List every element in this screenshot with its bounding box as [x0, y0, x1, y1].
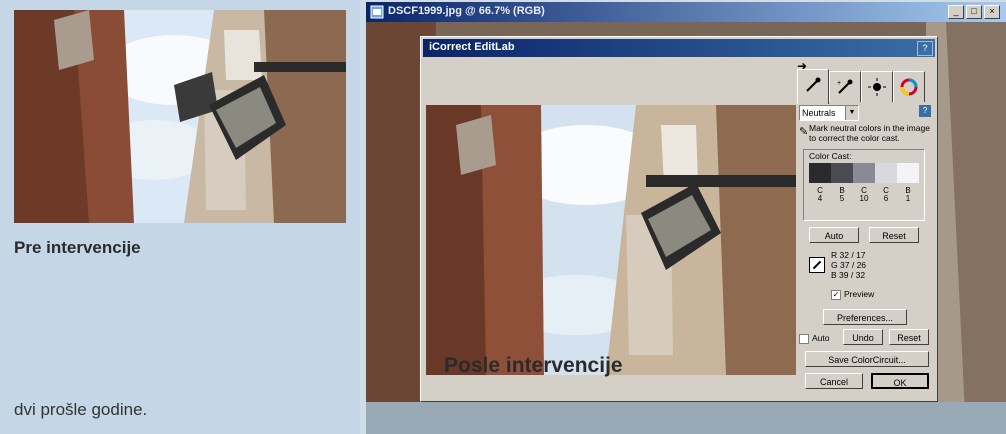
auto-checkbox-label: Auto — [812, 333, 830, 343]
swatch[interactable] — [875, 163, 897, 183]
tab-eyedropper-plus[interactable]: + — [829, 71, 861, 102]
eyedropper-icon — [806, 77, 821, 92]
preview-checkbox[interactable]: ✓ Preview — [831, 289, 874, 300]
swatch[interactable] — [809, 163, 831, 183]
reset-all-button[interactable]: Reset — [889, 329, 929, 345]
caption-before: Pre intervencije — [14, 238, 141, 257]
cast-value: B5 — [831, 187, 853, 203]
save-colorcircuit-button[interactable]: Save ColorCircuit... — [805, 351, 929, 367]
icorrect-editlab-dialog: iCorrect EditLab ? ➜ + Neutrals ▼ ? ✎ Ma… — [420, 36, 938, 402]
cast-number: 6 — [883, 194, 889, 203]
auto-checkbox[interactable]: Auto — [799, 333, 830, 344]
cast-number: 4 — [817, 194, 823, 203]
caption-after: Posle intervencije — [444, 354, 623, 377]
window-controls: _ □ × — [948, 5, 1000, 19]
color-cast-values: C4 B5 C 10 C6 B1 — [809, 187, 919, 203]
rgb-row-g: G 37 / 26 — [831, 260, 867, 270]
cast-number: 5 — [839, 194, 845, 203]
color-wheel-icon — [900, 78, 918, 96]
help-icon[interactable]: ? — [917, 41, 933, 56]
dialog-toolbar — [423, 59, 795, 99]
instruction-text: Mark neutral colors in the image to corr… — [809, 123, 930, 143]
brightness-contrast-icon — [868, 78, 886, 96]
tab-brightness[interactable] — [861, 71, 893, 102]
cast-value: C 10 — [853, 187, 875, 203]
cast-value: C6 — [875, 187, 897, 203]
photoshop-window-title: DSCF1999.jpg @ 66.7% (RGB) — [388, 5, 545, 17]
tool-tabs: + — [797, 69, 931, 105]
maximize-button[interactable]: □ — [966, 5, 982, 19]
reset-button[interactable]: Reset — [869, 227, 919, 243]
color-cast-label: Color Cast: — [809, 151, 852, 161]
preview-photo[interactable] — [426, 105, 796, 375]
document-icon — [370, 5, 384, 19]
rgb-readout: R 32 / 17 G 37 / 26 B 39 / 32 — [809, 251, 929, 291]
chevron-down-icon: ▼ — [845, 106, 858, 120]
eyedropper-small-icon: ✎ — [799, 126, 809, 138]
cast-value: B1 — [897, 187, 919, 203]
preview-label: Preview — [844, 289, 875, 299]
preview-photo-scene — [426, 105, 796, 375]
body-text: dvi prošle godine. — [14, 400, 148, 419]
svg-text:+: + — [837, 80, 841, 87]
preview-checkbox-box[interactable]: ✓ — [831, 289, 841, 300]
before-photo — [14, 10, 346, 223]
mode-select[interactable]: Neutrals ▼ — [799, 105, 859, 121]
sample-swatch-icon — [809, 257, 825, 273]
swatch[interactable] — [831, 163, 853, 183]
cast-value: C4 — [809, 187, 831, 203]
panel-help-icon[interactable]: ? — [919, 105, 931, 117]
before-photo-scene — [14, 10, 346, 223]
cast-number: 1 — [905, 194, 911, 203]
minimize-button[interactable]: _ — [948, 5, 964, 19]
rgb-row-b: B 39 / 32 — [831, 270, 866, 280]
dialog-titlebar[interactable]: iCorrect EditLab ? — [423, 39, 935, 57]
left-magazine-column: Pre intervencije dvi prošle godine. — [0, 0, 360, 434]
photoshop-titlebar[interactable]: DSCF1999.jpg @ 66.7% (RGB) _ □ × — [366, 2, 1006, 22]
cancel-button[interactable]: Cancel — [805, 373, 863, 389]
swatch[interactable] — [897, 163, 919, 183]
rgb-row-r: R 32 / 17 — [831, 250, 866, 260]
close-button[interactable]: × — [984, 5, 1000, 19]
undo-button[interactable]: Undo — [843, 329, 883, 345]
neutrals-panel: Neutrals ▼ ? ✎ Mark neutral colors in th… — [797, 103, 933, 397]
auto-checkbox-box[interactable] — [799, 333, 809, 344]
color-cast-swatches — [809, 163, 919, 183]
cast-number: 10 — [859, 194, 869, 203]
preferences-button[interactable]: Preferences... — [823, 309, 907, 325]
eyedropper-plus-icon: + — [837, 79, 853, 94]
dialog-title: iCorrect EditLab — [429, 41, 515, 53]
mode-select-value: Neutrals — [802, 108, 836, 118]
ok-button[interactable]: OK — [871, 373, 929, 389]
auto-button[interactable]: Auto — [809, 227, 859, 243]
tab-eyedropper[interactable] — [797, 69, 829, 104]
swatch[interactable] — [853, 163, 875, 183]
tab-color-wheel[interactable] — [893, 71, 925, 102]
